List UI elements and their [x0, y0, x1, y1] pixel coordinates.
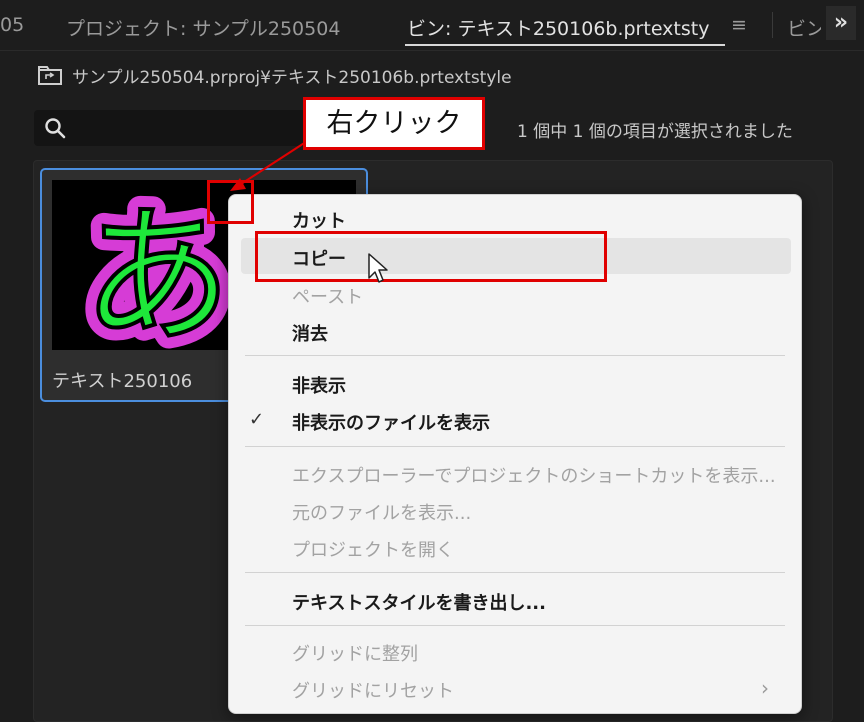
- tab-project[interactable]: プロジェクト: サンプル250504: [66, 14, 340, 41]
- panel-menu-icon[interactable]: ≡: [731, 14, 747, 36]
- menu-item-open-project: プロジェクトを開く: [292, 540, 454, 561]
- menu-separator: [245, 625, 785, 626]
- bin-path: サンプル250504.prproj¥テキスト250106b.prtextstyl…: [38, 63, 512, 88]
- search-icon: [45, 118, 66, 139]
- annotation-callout: 右クリック: [303, 97, 485, 150]
- copy-item-highlight: [255, 231, 607, 282]
- menu-item-show-hidden-files[interactable]: 非表示のファイルを表示: [292, 409, 490, 435]
- menu-item-paste: ペースト: [292, 287, 364, 308]
- thumbnail-label: テキスト250106: [52, 371, 193, 392]
- menu-item-export-text-style[interactable]: テキストスタイルを書き出し...: [292, 589, 546, 615]
- check-icon: ✓: [249, 409, 265, 430]
- menu-item-reset-to-grid: グリッドにリセット: [292, 681, 454, 702]
- mouse-cursor-icon: [368, 253, 388, 283]
- menu-separator: [245, 446, 785, 447]
- tab-bin-active[interactable]: ビン: テキスト250106b.prtextsty: [407, 14, 727, 41]
- menu-item-hide[interactable]: 非表示: [292, 372, 346, 398]
- menu-separator: [245, 355, 785, 356]
- menu-item-reveal-source-file: 元のファイルを表示...: [292, 503, 472, 524]
- menu-item-clear[interactable]: 消去: [292, 320, 328, 346]
- panel-tab-bar: 05 プロジェクト: サンプル250504 ビン: テキスト250106b.pr…: [0, 0, 864, 51]
- right-click-target-highlight: [207, 180, 254, 224]
- selection-status: 1 個中 1 個の項目が選択されました: [517, 122, 793, 142]
- submenu-arrow-icon: ›: [761, 676, 769, 700]
- active-tab-indicator: [405, 44, 725, 46]
- tab-overflow-icon[interactable]: »: [826, 6, 856, 40]
- tab-divider: [772, 12, 773, 38]
- menu-item-reveal-shortcut-in-explorer: エクスプローラーでプロジェクトのショートカットを表示...: [292, 466, 776, 487]
- menu-item-align-to-grid: グリッドに整列: [292, 644, 418, 665]
- bin-folder-icon: [38, 66, 62, 85]
- menu-separator: [245, 572, 785, 573]
- bin-path-text: サンプル250504.prproj¥テキスト250106b.prtextstyl…: [72, 67, 512, 88]
- menu-item-cut[interactable]: カット: [292, 207, 346, 233]
- tab-bin-next[interactable]: ビン: [787, 14, 821, 41]
- tab-previous[interactable]: 05: [0, 14, 24, 36]
- search-input[interactable]: [34, 110, 314, 146]
